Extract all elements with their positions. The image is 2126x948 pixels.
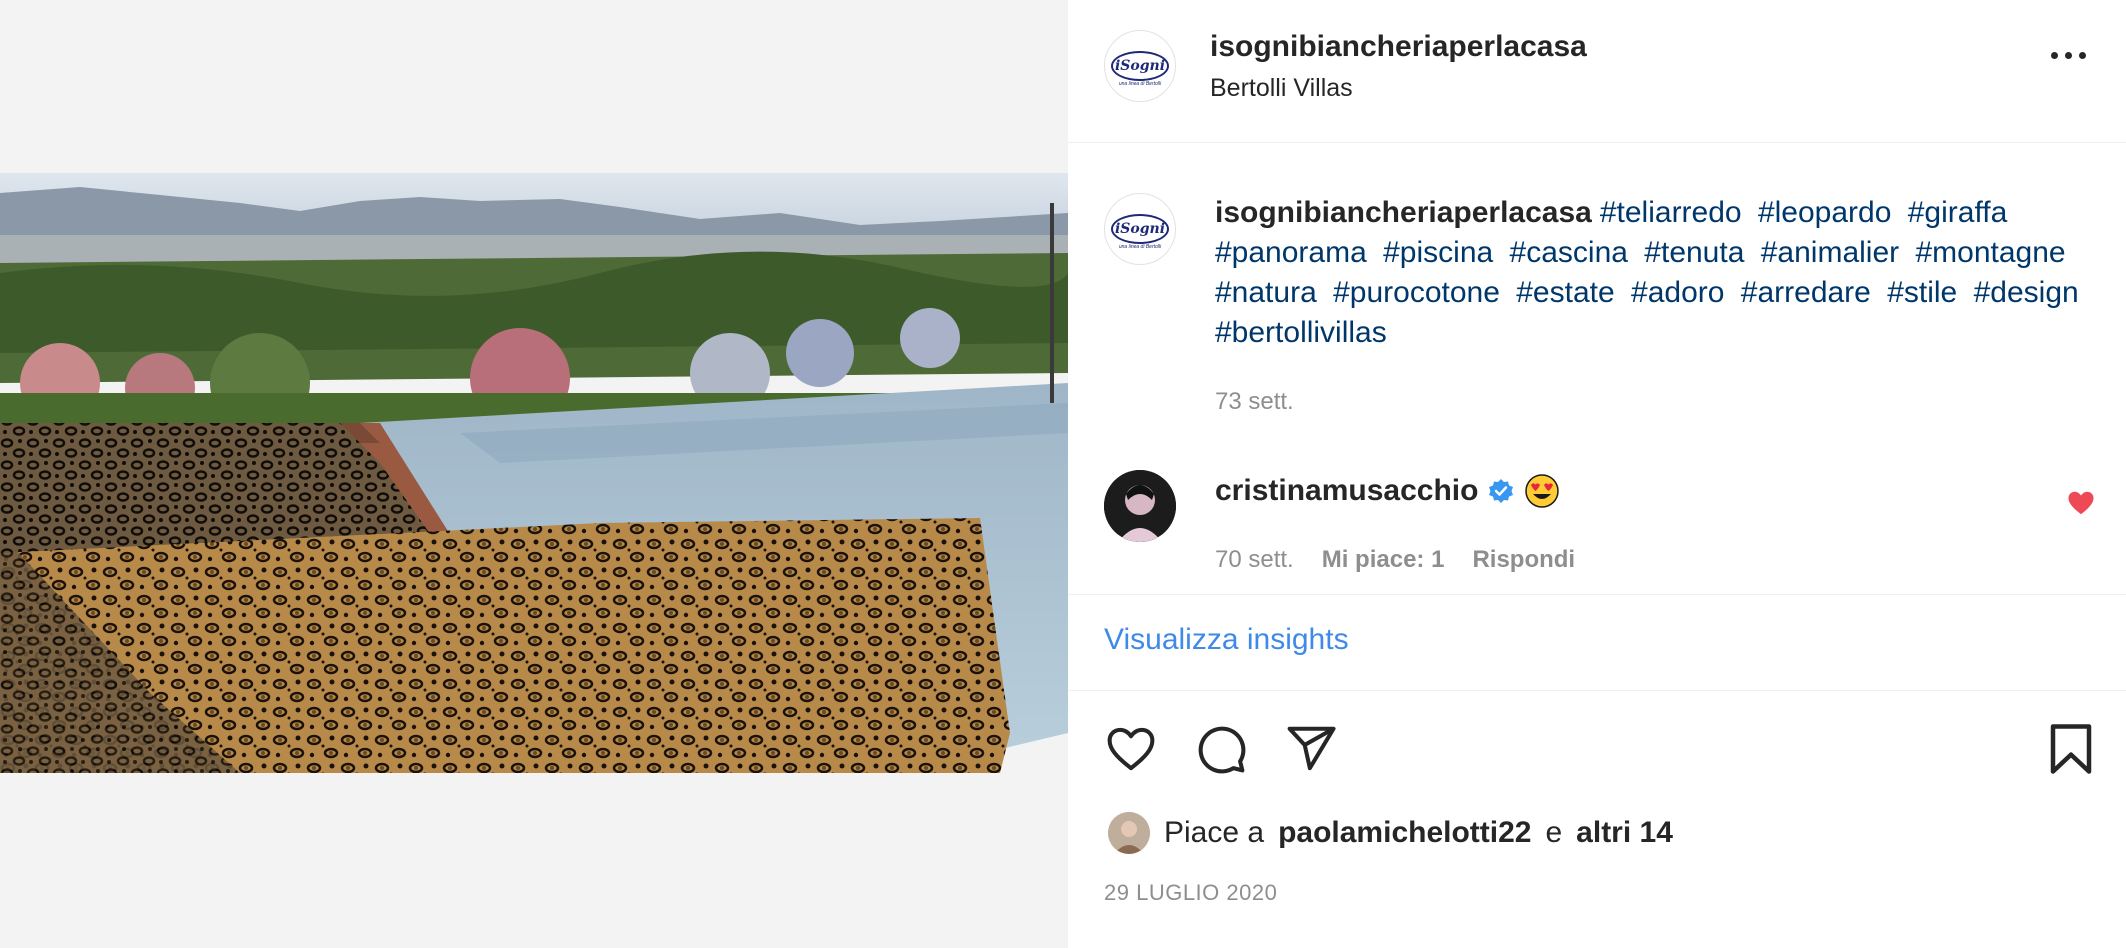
comment-icon[interactable]: [1194, 722, 1248, 776]
post-panel: iSogni una linea di Bertolli isognibianc…: [1068, 0, 2126, 948]
caption-avatar[interactable]: iSogni una linea di Bertolli: [1104, 193, 1176, 265]
caption-timestamp: 73 sett.: [1215, 388, 1294, 415]
hashtag-link[interactable]: #cascina: [1510, 236, 1628, 269]
hashtag-link[interactable]: #estate: [1516, 276, 1614, 309]
author-avatar[interactable]: iSogni una linea di Bertolli: [1104, 30, 1176, 102]
hashtag-link[interactable]: #teliarredo: [1600, 196, 1742, 229]
hashtag-link[interactable]: #leopardo: [1758, 196, 1891, 229]
post-location[interactable]: Bertolli Villas: [1210, 74, 1353, 103]
hashtag-link[interactable]: #arredare: [1741, 276, 1871, 309]
hashtag-link[interactable]: #stile: [1887, 276, 1957, 309]
hashtag-link[interactable]: #panorama: [1215, 236, 1367, 269]
heart-eyes-emoji: [1525, 474, 1560, 508]
more-dot-icon: [2079, 52, 2086, 59]
hashtag-link[interactable]: #natura: [1215, 276, 1317, 309]
commenter-photo: [1104, 470, 1176, 542]
hashtag-link[interactable]: #bertollivillas: [1215, 316, 1387, 349]
author-username[interactable]: isognibiancheriaperlacasa: [1210, 30, 1587, 64]
isogni-logo: iSogni: [1111, 214, 1169, 244]
share-icon[interactable]: [1284, 722, 1338, 776]
hashtag-link[interactable]: #design: [1974, 276, 2079, 309]
view-insights-link[interactable]: Visualizza insights: [1104, 623, 1349, 657]
reply-button[interactable]: Rispondi: [1472, 546, 1575, 574]
post-caption: isognibiancheriaperlacasa #teliarredo #le…: [1215, 193, 2095, 353]
hashtag-link[interactable]: #tenuta: [1644, 236, 1744, 269]
post-header: iSogni una linea di Bertolli isognibianc…: [1068, 0, 2126, 143]
logo-tagline: una linea di Bertolli: [1118, 81, 1162, 87]
media-area: [0, 0, 1068, 948]
comment-liked-heart-icon[interactable]: [2066, 488, 2096, 518]
verified-badge-icon: [1489, 479, 1514, 503]
logo-tagline: una linea di Bertolli: [1118, 244, 1162, 250]
liker-avatar[interactable]: [1108, 812, 1150, 854]
comment-text: cristinamusacchio: [1215, 473, 1560, 509]
comment-likes-count[interactable]: Mi piace: 1: [1322, 546, 1445, 574]
comment-timestamp: 70 sett.: [1215, 546, 1294, 573]
action-bar: [1104, 722, 1338, 776]
post-date[interactable]: 29 LUGLIO 2020: [1104, 880, 1277, 906]
caption-username[interactable]: isognibiancheriaperlacasa: [1215, 196, 1592, 229]
post-photo-image: [0, 173, 1068, 773]
post-photo[interactable]: [0, 173, 1068, 773]
heart-icon[interactable]: [1104, 722, 1158, 776]
liker-photo: [1108, 812, 1150, 854]
commenter-avatar[interactable]: [1104, 470, 1176, 542]
commenter-username[interactable]: cristinamusacchio: [1215, 474, 1478, 508]
more-dot-icon: [2065, 52, 2072, 59]
hashtag-link[interactable]: #adoro: [1631, 276, 1724, 309]
divider: [1068, 594, 2126, 595]
bookmark-icon[interactable]: [2046, 722, 2096, 776]
likes-conjunction: e: [1545, 816, 1563, 849]
hashtag-link[interactable]: #giraffa: [1908, 196, 2008, 229]
comment-meta: 70 sett. Mi piace: 1 Rispondi: [1215, 546, 1575, 574]
hashtag-link[interactable]: #purocotone: [1333, 276, 1500, 309]
likes-prefix: Piace a: [1164, 816, 1265, 849]
isogni-logo: iSogni: [1111, 51, 1169, 81]
more-dot-icon: [2051, 52, 2058, 59]
divider: [1068, 690, 2126, 691]
hashtag-link[interactable]: #animalier: [1761, 236, 1899, 269]
more-options-button[interactable]: [2051, 52, 2086, 59]
hashtag-link[interactable]: #montagne: [1915, 236, 2065, 269]
hashtag-link[interactable]: #piscina: [1383, 236, 1493, 269]
likes-summary: Piace a paolamichelotti22 e altri 14: [1108, 812, 1673, 854]
liker-username[interactable]: paolamichelotti22: [1278, 816, 1531, 850]
likes-others-link[interactable]: altri 14: [1576, 816, 1673, 850]
